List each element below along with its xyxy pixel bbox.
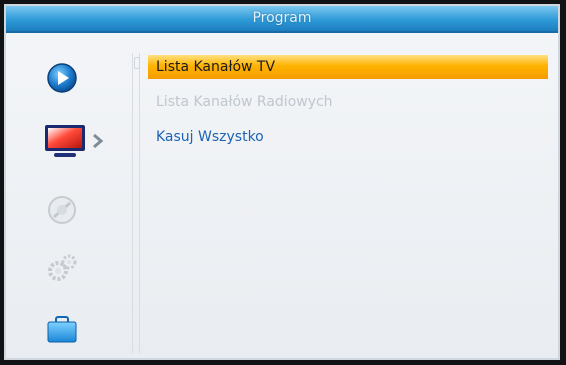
- settings-gears-icon: [48, 254, 77, 281]
- sidebar: [6, 33, 126, 358]
- menu-item-label: Lista Kanałów TV: [156, 59, 276, 75]
- satellite-dish-icon: [48, 196, 76, 224]
- menu-item-label: Lista Kanałów Radiowych: [156, 94, 333, 110]
- sidebar-item-toolbox[interactable]: [44, 313, 80, 347]
- menu-item-delete-all[interactable]: Kasuj Wszystko: [148, 125, 548, 149]
- briefcase-icon: [47, 316, 77, 343]
- program-menu: Lista Kanałów TV Lista Kanałów Radiowych…: [148, 55, 548, 160]
- scroll-indicator: [134, 57, 140, 69]
- scroll-divider: [132, 53, 140, 353]
- program-window: Program Lista Kanałów TV Lista Kanałów R…: [4, 4, 560, 360]
- sidebar-item-settings[interactable]: [44, 251, 80, 285]
- sidebar-item-play[interactable]: [44, 61, 80, 95]
- play-icon: [47, 63, 77, 93]
- menu-item-label: Kasuj Wszystko: [156, 129, 264, 145]
- tv-icon: [45, 125, 104, 157]
- window-title: Program: [252, 10, 312, 26]
- sidebar-item-tv[interactable]: [44, 123, 114, 157]
- menu-item-tv-channel-list[interactable]: Lista Kanałów TV: [148, 55, 548, 79]
- screen-frame: Program Lista Kanałów TV Lista Kanałów R…: [0, 0, 566, 365]
- window-body: Lista Kanałów TV Lista Kanałów Radiowych…: [6, 33, 558, 358]
- chevron-right-icon: [93, 133, 104, 149]
- menu-item-radio-channel-list: Lista Kanałów Radiowych: [148, 90, 548, 114]
- sidebar-item-satellite[interactable]: [44, 193, 80, 227]
- title-bar: Program: [6, 6, 558, 33]
